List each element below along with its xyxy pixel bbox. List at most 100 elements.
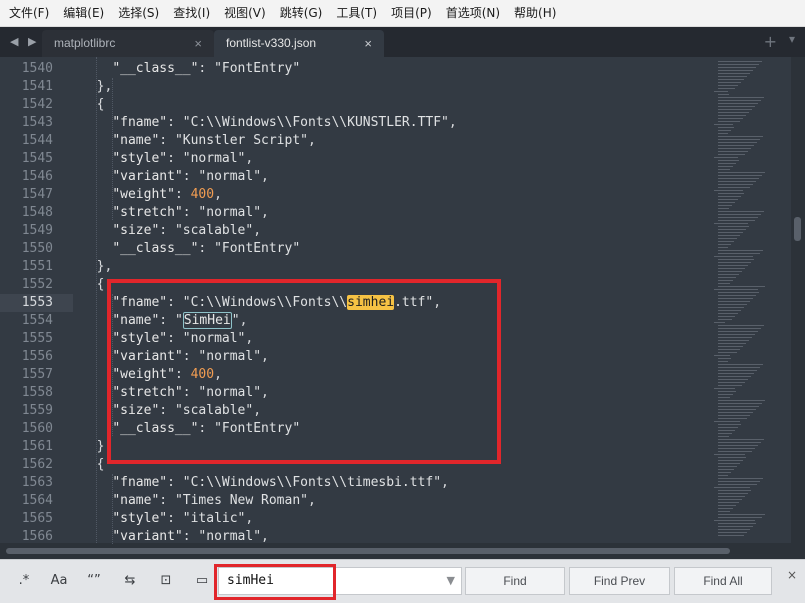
case-sensitive-toggle[interactable]: Aa xyxy=(47,570,71,592)
menu-item[interactable]: 帮助(H) xyxy=(507,0,563,27)
line-number: 1550 xyxy=(21,241,53,256)
minimap-line xyxy=(718,406,759,407)
find-all-button[interactable]: Find All xyxy=(674,567,772,595)
code-line[interactable]: { xyxy=(81,456,105,474)
minimap-line xyxy=(718,292,759,293)
minimap-line xyxy=(714,355,730,356)
minimap-line xyxy=(714,487,750,488)
code-line[interactable]: "variant": "normal", xyxy=(81,168,269,186)
minimap-line xyxy=(718,466,737,467)
line-number: 1557 xyxy=(21,367,53,382)
scroll-thumb[interactable] xyxy=(794,217,801,241)
minimap[interactable] xyxy=(712,57,792,543)
menu-item[interactable]: 视图(V) xyxy=(217,0,273,27)
menu-item[interactable]: 跳转(G) xyxy=(273,0,330,27)
history-dropdown-icon[interactable]: ▼ xyxy=(447,574,455,587)
line-number: 1554 xyxy=(21,313,53,328)
close-icon[interactable]: × xyxy=(194,30,202,57)
tab-nav-arrows-icon[interactable]: ◀ ▶ xyxy=(10,35,39,48)
minimap-line xyxy=(718,226,749,227)
regex-toggle[interactable]: .* xyxy=(12,570,36,592)
minimap-line xyxy=(718,118,743,119)
minimap-line xyxy=(718,460,743,461)
line-number: 1560 xyxy=(21,421,53,436)
whole-word-toggle[interactable]: “” xyxy=(82,570,106,592)
code-line[interactable]: "__class__": "FontEntry" xyxy=(81,60,300,78)
minimap-line xyxy=(718,94,729,95)
minimap-line xyxy=(718,379,748,380)
minimap-line xyxy=(718,493,748,494)
tab-fontlist-json[interactable]: fontlist-v330.json × xyxy=(214,30,384,57)
code-line[interactable]: { xyxy=(81,96,105,114)
tab-bar: ◀ ▶ matplotlibrc × fontlist-v330.json × … xyxy=(0,27,805,57)
code-line[interactable]: "name": "Kunstler Script", xyxy=(81,132,316,150)
in-selection-toggle[interactable]: ⊡ xyxy=(154,570,178,592)
vertical-scrollbar[interactable] xyxy=(791,57,805,543)
minimap-line xyxy=(718,397,730,398)
code-editor[interactable]: 1540 1541 1542 1543 1544 1545 1546 1547 1548 1549… xyxy=(0,57,805,559)
minimap-line xyxy=(718,298,753,299)
menu-item[interactable]: 选择(S) xyxy=(111,0,166,27)
minimap-line xyxy=(718,478,763,479)
menu-item[interactable]: 编辑(E) xyxy=(56,0,111,27)
horizontal-scrollbar[interactable] xyxy=(0,543,805,559)
minimap-line xyxy=(718,214,761,215)
minimap-line xyxy=(718,481,760,482)
scroll-thumb[interactable] xyxy=(6,548,730,554)
tab-matplotlibrc[interactable]: matplotlibrc × xyxy=(42,30,214,57)
code-line[interactable]: "__class__": "FontEntry" xyxy=(81,240,300,258)
wrap-toggle[interactable]: ⇆ xyxy=(118,570,142,592)
minimap-line xyxy=(718,175,762,176)
menu-item[interactable]: 项目(P) xyxy=(384,0,439,27)
minimap-line xyxy=(718,229,746,230)
minimap-line xyxy=(718,361,728,362)
minimap-line xyxy=(718,457,746,458)
minimap-line xyxy=(718,235,740,236)
tab-menu-icon[interactable]: ▾ xyxy=(789,32,795,46)
minimap-line xyxy=(718,217,758,218)
minimap-line xyxy=(718,376,751,377)
minimap-line xyxy=(718,511,730,512)
code-line[interactable]: "fname": "C:\\Windows\\Fonts\\KUNSTLER.T… xyxy=(81,114,456,132)
minimap-line xyxy=(718,79,744,80)
new-tab-icon[interactable]: + xyxy=(764,32,777,51)
minimap-line xyxy=(718,409,756,410)
find-button[interactable]: Find xyxy=(465,567,565,595)
minimap-line xyxy=(714,289,758,290)
code-line[interactable]: "style": "italic", xyxy=(81,510,253,528)
minimap-line xyxy=(718,112,749,113)
menu-item[interactable]: 文件(F) xyxy=(2,0,56,27)
menu-item[interactable]: 查找(I) xyxy=(166,0,217,27)
code-line[interactable]: "stretch": "normal", xyxy=(81,204,269,222)
line-number: 1540 xyxy=(21,61,53,76)
code-line[interactable]: "size": "scalable", xyxy=(81,222,261,240)
close-icon[interactable]: × xyxy=(787,568,797,582)
minimap-line xyxy=(718,484,757,485)
annotation-box xyxy=(107,279,501,464)
minimap-line xyxy=(718,196,741,197)
minimap-line xyxy=(718,232,743,233)
code-line[interactable]: "name": "Times New Roman", xyxy=(81,492,316,510)
minimap-line xyxy=(718,442,761,443)
minimap-line xyxy=(718,433,732,434)
menu-item[interactable]: 工具(T) xyxy=(329,0,384,27)
close-icon[interactable]: × xyxy=(364,30,372,57)
minimap-line xyxy=(718,148,751,149)
minimap-line xyxy=(718,250,763,251)
code-line[interactable]: "weight": 400, xyxy=(81,186,222,204)
menu-item[interactable]: 首选项(N) xyxy=(439,0,507,27)
minimap-line xyxy=(718,316,735,317)
find-prev-button[interactable]: Find Prev xyxy=(569,567,670,595)
minimap-line xyxy=(718,97,764,98)
code-line[interactable]: { xyxy=(81,276,105,294)
line-number: 1553 xyxy=(21,295,53,310)
minimap-line xyxy=(718,331,758,332)
minimap-line xyxy=(718,127,734,128)
minimap-line xyxy=(718,463,740,464)
tab-label: fontlist-v330.json xyxy=(226,36,317,50)
line-number: 1556 xyxy=(21,349,53,364)
minimap-line xyxy=(718,76,747,77)
code-line[interactable]: "fname": "C:\\Windows\\Fonts\\timesbi.tt… xyxy=(81,474,449,492)
code-line[interactable]: "style": "normal", xyxy=(81,150,253,168)
highlight-matches-toggle[interactable]: ▭ xyxy=(190,570,214,592)
